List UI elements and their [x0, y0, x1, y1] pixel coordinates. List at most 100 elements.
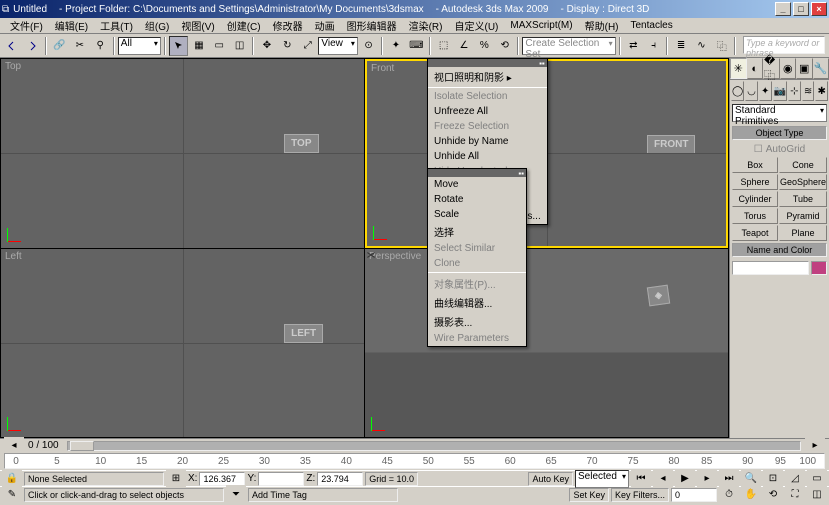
scale-button[interactable]: ⤢ [298, 36, 317, 56]
menu-animation[interactable]: 动画 [309, 18, 341, 33]
tab-hierarchy[interactable]: �⿻ [763, 58, 780, 79]
ctx-unhide-name[interactable]: Unhide by Name [428, 134, 547, 149]
menu-rendering[interactable]: 渲染(R) [403, 18, 449, 33]
coord-x[interactable]: 126.367 [199, 472, 245, 486]
btn-sphere[interactable]: Sphere [732, 174, 778, 190]
redo-button[interactable] [22, 36, 41, 56]
menu-group[interactable]: 组(G) [139, 18, 175, 33]
pivot-button[interactable]: ⊙ [359, 36, 378, 56]
percent-snap-button[interactable]: % [475, 36, 494, 56]
object-name-field[interactable] [732, 261, 809, 275]
autogrid-checkbox[interactable]: ☐AutoGrid [730, 142, 829, 157]
setkey-button[interactable]: Set Key [569, 488, 609, 502]
quad-menu-handle[interactable]: ▪▪ [428, 169, 526, 177]
viewcube-front[interactable]: FRONT [647, 135, 695, 154]
subtab-lights[interactable]: ✦ [759, 81, 772, 101]
btn-pyramid[interactable]: Pyramid [779, 208, 827, 224]
btn-cone[interactable]: Cone [779, 157, 827, 173]
time-slider[interactable] [67, 441, 801, 451]
menu-views[interactable]: 视图(V) [175, 18, 220, 33]
ctx-rotate[interactable]: Rotate [428, 192, 526, 207]
tab-motion[interactable]: ◉ [780, 58, 797, 79]
subtab-shapes[interactable]: ◡ [745, 81, 758, 101]
time-config-button[interactable]: ⏱ [719, 485, 739, 505]
keyboard-shortcut-button[interactable]: ⌨ [407, 36, 426, 56]
menu-file[interactable]: 文件(F) [4, 18, 49, 33]
menu-edit[interactable]: 编辑(E) [49, 18, 94, 33]
viewcube-left[interactable]: LEFT [284, 324, 323, 343]
current-frame-field[interactable]: 0 [671, 488, 717, 502]
selection-filter-dropdown[interactable]: All [118, 37, 161, 55]
viewcube-persp[interactable]: ◈ [647, 285, 670, 307]
play-button[interactable]: ▶ [675, 469, 695, 489]
menu-grapheditors[interactable]: 图形编辑器 [341, 18, 403, 33]
nav-minmax-button[interactable]: ◫ [807, 485, 827, 505]
rollout-object-type[interactable]: Object Type [732, 126, 827, 140]
script-listener-button[interactable]: ✎ [2, 485, 22, 505]
quad-menu-handle[interactable]: ▪▪ [428, 59, 547, 67]
btn-box[interactable]: Box [732, 157, 778, 173]
viewport-top[interactable]: Top TOP [1, 59, 364, 248]
ref-coord-dropdown[interactable]: View [318, 37, 358, 55]
snap-button[interactable]: ⬚ [434, 36, 453, 56]
time-ruler[interactable]: 0 5 10 15 20 25 30 35 40 45 50 55 60 65 … [4, 453, 825, 469]
menu-maxscript[interactable]: MAXScript(M) [504, 20, 578, 31]
link-button[interactable]: 🔗 [50, 36, 69, 56]
object-color-swatch[interactable] [811, 261, 827, 275]
btn-torus[interactable]: Torus [732, 208, 778, 224]
select-button[interactable] [169, 36, 188, 56]
menu-help[interactable]: 帮助(H) [579, 18, 625, 33]
move-button[interactable]: ✥ [257, 36, 276, 56]
rollout-name-color[interactable]: Name and Color [732, 243, 827, 257]
ctx-move[interactable]: Move [428, 177, 526, 192]
menu-modifiers[interactable]: 修改器 [267, 18, 309, 33]
maximize-button[interactable]: □ [793, 2, 809, 16]
ctx-viewport-lighting[interactable]: 视口照明和阴影 ▸ [428, 67, 547, 86]
select-name-button[interactable]: ▦ [189, 36, 208, 56]
nav-maxview-button[interactable]: ⛶ [785, 485, 805, 505]
bind-button[interactable]: ⚲ [90, 36, 109, 56]
window-crossing-button[interactable]: ◫ [230, 36, 249, 56]
tab-display[interactable]: ▣ [796, 58, 813, 79]
viewcube-top[interactable]: TOP [284, 134, 318, 153]
object-category-dropdown[interactable]: Standard Primitives [732, 104, 827, 122]
ctx-select[interactable]: 选择 [428, 222, 526, 241]
mirror-button[interactable]: ⇄ [624, 36, 643, 56]
nav-orbit-button[interactable]: ⟲ [763, 485, 783, 505]
viewport-left[interactable]: Left LEFT [1, 249, 364, 438]
coord-z[interactable]: 23.794 [317, 472, 363, 486]
undo-button[interactable] [2, 36, 21, 56]
keyfilters-button[interactable]: Key Filters... [611, 488, 669, 502]
ctx-scale[interactable]: Scale [428, 207, 526, 222]
coord-y[interactable] [258, 472, 304, 486]
btn-teapot[interactable]: Teapot [732, 225, 778, 241]
menu-create[interactable]: 创建(C) [221, 18, 267, 33]
tab-create[interactable]: ✳ [730, 58, 747, 79]
curve-editor-button[interactable]: ∿ [692, 36, 711, 56]
menu-tentacles[interactable]: Tentacles [625, 20, 679, 31]
align-button[interactable]: ⫞ [644, 36, 663, 56]
rotate-button[interactable]: ↻ [278, 36, 297, 56]
named-selection-dropdown[interactable]: Create Selection Set [522, 37, 615, 55]
tab-utilities[interactable]: 🔧 [813, 58, 829, 79]
btn-tube[interactable]: Tube [779, 191, 827, 207]
menu-tools[interactable]: 工具(T) [94, 18, 139, 33]
play-next-button[interactable]: ▸ [697, 469, 717, 489]
tab-modify[interactable]: ◐ [747, 58, 764, 79]
nav-pan-button[interactable]: ✋ [741, 485, 761, 505]
ctx-dope-sheet[interactable]: 摄影表... [428, 312, 526, 331]
btn-plane[interactable]: Plane [779, 225, 827, 241]
ctx-unfreeze-all[interactable]: Unfreeze All [428, 104, 547, 119]
schematic-button[interactable]: ⿻ [712, 36, 731, 56]
manipulate-button[interactable]: ✦ [386, 36, 405, 56]
menu-customize[interactable]: 自定义(U) [448, 18, 504, 33]
angle-snap-button[interactable]: ∠ [454, 36, 473, 56]
spinner-snap-button[interactable]: ⟲ [495, 36, 514, 56]
ctx-curve-editor[interactable]: 曲线编辑器... [428, 293, 526, 312]
unlink-button[interactable]: ✂ [70, 36, 89, 56]
time-slider-thumb[interactable] [70, 441, 94, 451]
close-button[interactable]: × [811, 2, 827, 16]
play-start-button[interactable]: ⏮ [631, 469, 651, 489]
subtab-spacewarps[interactable]: ≋ [802, 81, 815, 101]
add-time-tag[interactable]: Add Time Tag [248, 488, 398, 502]
